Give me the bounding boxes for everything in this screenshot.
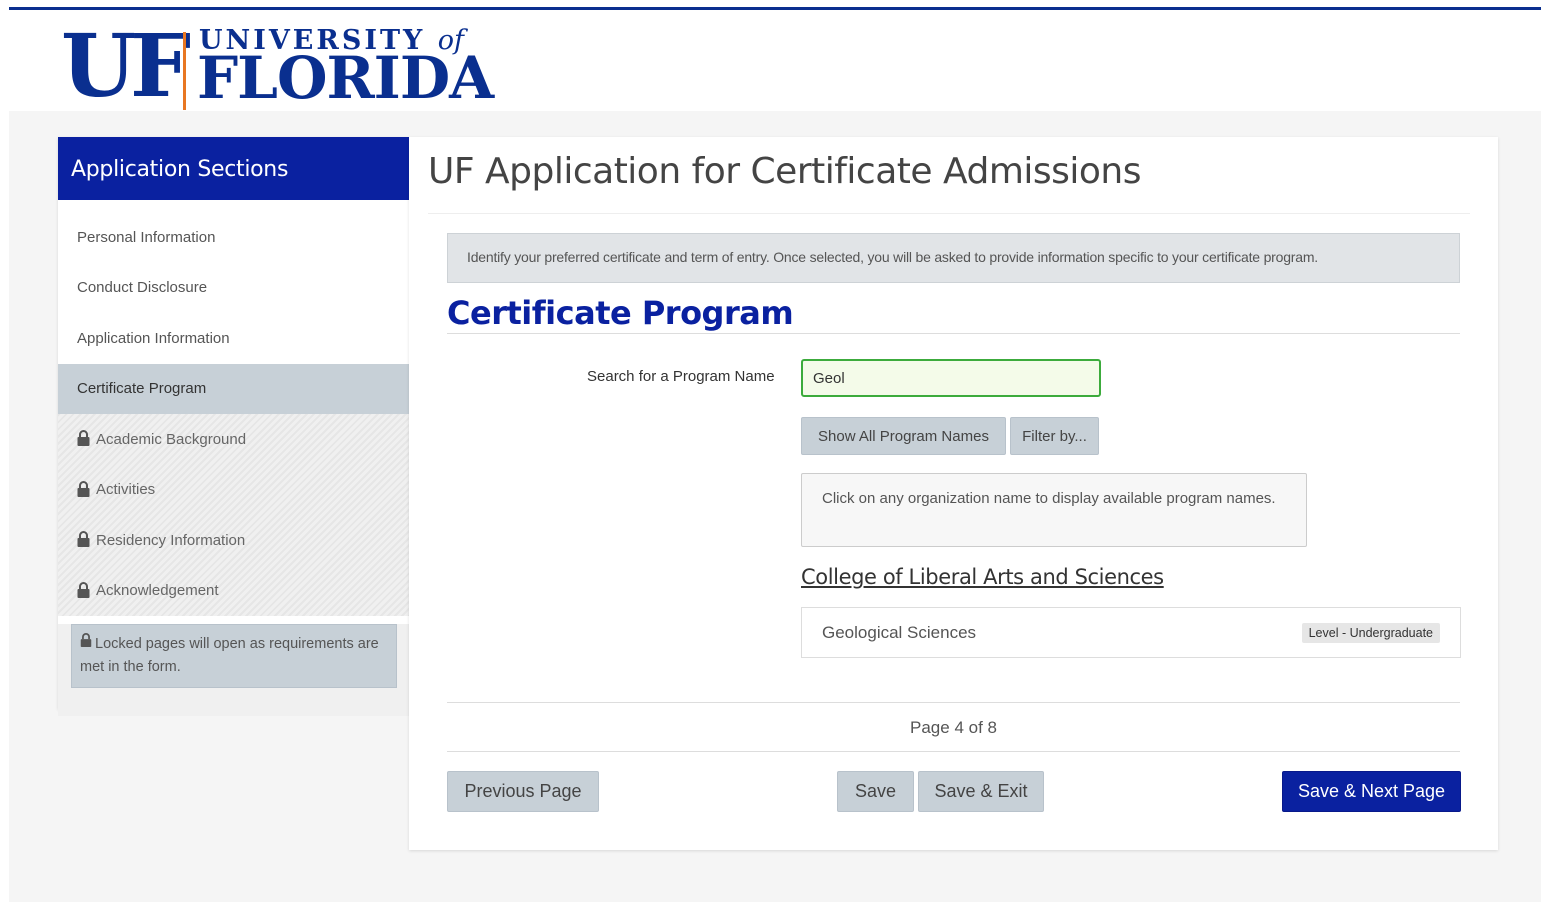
main-panel: UF Application for Certificate Admission… [409, 137, 1498, 850]
lock-icon [77, 430, 90, 447]
save-exit-button[interactable]: Save & Exit [918, 771, 1044, 812]
program-list-item[interactable]: Geological Sciences Level - Undergraduat… [801, 607, 1461, 658]
program-search-input[interactable] [801, 359, 1101, 397]
sidebar-item-label: Residency Information [96, 531, 246, 549]
sidebar-item-residency-information: Residency Information [58, 515, 409, 566]
sidebar-item-certificate-program[interactable]: Certificate Program [58, 363, 409, 414]
divider [428, 213, 1470, 214]
info-alert: Identify your preferred certificate and … [447, 233, 1460, 283]
show-all-programs-button[interactable]: Show All Program Names [801, 417, 1006, 455]
locked-pages-note: Locked pages will open as requirements a… [71, 624, 397, 688]
locked-note-text: Locked pages will open as requirements a… [80, 636, 379, 675]
sidebar-title: Application Sections [58, 137, 409, 200]
sidebar-item-application-information[interactable]: Application Information [58, 313, 409, 364]
logo-uf-text: UF [61, 16, 191, 117]
sidebar-title-text: Application Sections [71, 157, 289, 182]
sidebar-item-label: Application Information [77, 329, 230, 347]
lock-icon [77, 531, 90, 548]
page-indicator: Page 4 of 8 [910, 718, 997, 737]
previous-page-button[interactable]: Previous Page [447, 771, 599, 812]
search-label: Search for a Program Name [587, 368, 775, 385]
logo-florida-text: FLORIDA [197, 44, 494, 112]
college-link[interactable]: College of Liberal Arts and Sciences [801, 565, 1164, 589]
hint-box: Click on any organization name to displa… [801, 473, 1307, 547]
locked-note-wrap: Locked pages will open as requirements a… [58, 624, 409, 716]
sidebar-item-academic-background: Academic Background [58, 414, 409, 465]
save-next-page-button[interactable]: Save & Next Page [1282, 771, 1461, 812]
sidebar-item-acknowledgement: Acknowledgement [58, 566, 409, 617]
level-badge: Level - Undergraduate [1301, 623, 1440, 643]
divider [447, 702, 1460, 703]
page-title: UF Application for Certificate Admission… [428, 151, 1142, 192]
divider [447, 333, 1460, 334]
lock-icon [77, 480, 90, 497]
sidebar-item-personal-information[interactable]: Personal Information [58, 212, 409, 263]
site-header: UF UNIVERSITY of FLORIDA [9, 10, 1541, 117]
program-name: Geological Sciences [822, 623, 977, 642]
lock-icon [80, 633, 92, 647]
sidebar-item-label: Conduct Disclosure [77, 279, 208, 297]
sidebar-item-label: Activities [96, 481, 156, 499]
divider [447, 751, 1460, 752]
filter-by-button[interactable]: Filter by... [1010, 417, 1099, 455]
locked-sections: Academic Background Activities Residency… [58, 414, 409, 616]
sidebar-item-label: Acknowledgement [96, 582, 219, 600]
section-title: Certificate Program [447, 294, 794, 332]
lock-icon [77, 581, 90, 598]
application-sections-sidebar: Application Sections Personal Informatio… [58, 137, 409, 716]
sidebar-item-label: Personal Information [77, 228, 216, 246]
sidebar-item-label: Certificate Program [77, 380, 207, 398]
sidebar-item-label: Academic Background [96, 430, 247, 448]
sidebar-item-conduct-disclosure[interactable]: Conduct Disclosure [58, 263, 409, 314]
save-button[interactable]: Save [837, 771, 914, 812]
sidebar-item-activities: Activities [58, 465, 409, 516]
logo-divider [183, 32, 186, 110]
